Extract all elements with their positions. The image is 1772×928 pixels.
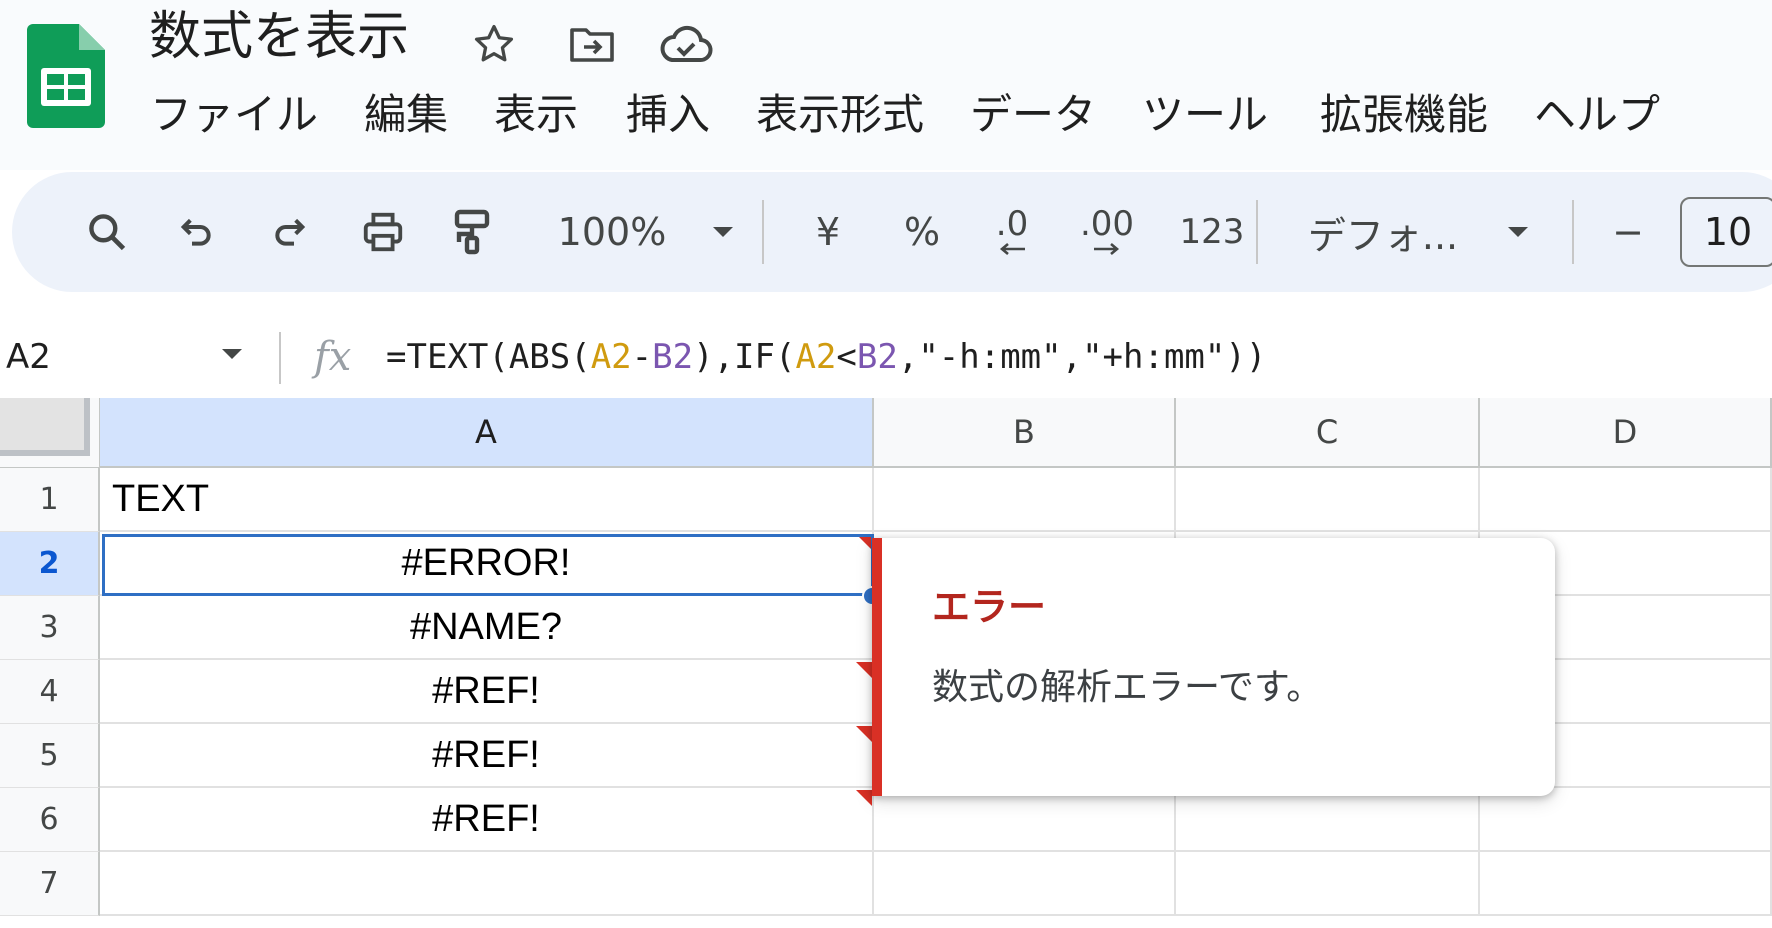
cell-a5[interactable]: #REF! [100, 724, 874, 788]
menu-help[interactable]: ヘルプ [1534, 82, 1660, 148]
formula-text: - [631, 337, 653, 377]
menu-extensions[interactable]: 拡張機能 [1320, 82, 1488, 148]
select-all-corner[interactable] [0, 398, 100, 468]
zoom-dropdown-icon[interactable] [698, 172, 748, 292]
menu-data[interactable]: データ [970, 82, 1096, 148]
increase-decimal-button[interactable]: .00 [1062, 172, 1152, 292]
arrow-left-icon [999, 243, 1025, 255]
formula-bar: A2 fx =TEXT(ABS(A2-B2),IF(A2<B2,"-h:mm",… [0, 318, 1772, 396]
row-header-1[interactable]: 1 [0, 468, 100, 532]
formula-text: ),IF( [693, 337, 796, 377]
print-icon[interactable] [340, 172, 426, 292]
menu-view[interactable]: 表示 [494, 82, 578, 148]
undo-icon[interactable] [156, 172, 238, 292]
cloud-saved-icon[interactable] [658, 18, 714, 70]
cell-c7[interactable] [1176, 852, 1480, 916]
cell-d1[interactable] [1480, 468, 1772, 532]
row-header-5[interactable]: 5 [0, 724, 100, 788]
decrease-decimal-label: .0 [995, 204, 1029, 244]
error-tooltip-message: 数式の解析エラーです。 [932, 667, 1323, 708]
menu-tools[interactable]: ツール [1142, 82, 1268, 148]
row-header-4[interactable]: 4 [0, 660, 100, 724]
column-header-c[interactable]: C [1176, 398, 1480, 468]
error-indicator-icon[interactable] [856, 726, 872, 742]
error-indicator-icon[interactable] [856, 790, 872, 806]
cell-b6[interactable] [874, 788, 1176, 852]
formula-ref-a2: A2 [795, 337, 837, 377]
cell-c6[interactable] [1176, 788, 1480, 852]
more-formats-button[interactable]: 123 [1162, 172, 1262, 292]
toolbar-divider [1256, 200, 1258, 264]
format-currency-button[interactable]: ¥ [788, 172, 868, 292]
move-to-folder-icon[interactable] [564, 18, 620, 70]
error-tooltip: エラー 数式の解析エラーです。 [872, 538, 1555, 796]
cell-a7[interactable] [100, 852, 874, 916]
formula-input[interactable]: =TEXT(ABS(A2-B2),IF(A2<B2,"-h:mm","+h:mm… [386, 318, 1266, 396]
formula-ref-b2: B2 [856, 337, 898, 377]
row-header-7[interactable]: 7 [0, 852, 100, 916]
formula-text: < [836, 337, 857, 377]
menu-edit[interactable]: 編集 [364, 82, 448, 148]
row-header-3[interactable]: 3 [0, 596, 100, 660]
cell-d6[interactable] [1480, 788, 1772, 852]
menu-file[interactable]: ファイル [150, 82, 318, 148]
font-dropdown-icon[interactable] [1490, 172, 1546, 292]
cell-b7[interactable] [874, 852, 1176, 916]
row-header-2[interactable]: 2 [0, 532, 100, 596]
error-indicator-icon[interactable] [856, 662, 872, 678]
toolbar: 100% ¥ % .0 .00 123 デフォ... − 10 [12, 172, 1772, 292]
select-all-corner-shape [0, 398, 90, 456]
decrease-decimal-button[interactable]: .0 [972, 172, 1052, 292]
format-percent-button[interactable]: % [882, 172, 962, 292]
active-cell-selection [102, 534, 874, 596]
redo-icon[interactable] [248, 172, 330, 292]
cell-b1[interactable] [874, 468, 1176, 532]
cell-a6[interactable]: #REF! [100, 788, 874, 852]
menu-format[interactable]: 表示形式 [756, 82, 924, 148]
row-header-6[interactable]: 6 [0, 788, 100, 852]
document-title[interactable]: 数式を表示 [149, 4, 409, 70]
formula-ref-b2: B2 [652, 337, 694, 377]
search-icon[interactable] [64, 172, 150, 292]
toolbar-divider [762, 200, 764, 264]
app-header: 数式を表示 ファイル 編集 表示 挿入 表示形式 データ ツール 拡張機能 ヘル… [0, 0, 1772, 170]
zoom-select[interactable]: 100% [542, 172, 682, 292]
cell-a4[interactable]: #REF! [100, 660, 874, 724]
menu-insert[interactable]: 挿入 [626, 82, 710, 148]
cell-d7[interactable] [1480, 852, 1772, 916]
arrow-right-icon [1094, 243, 1120, 255]
formula-bar-divider [279, 332, 281, 384]
star-icon[interactable] [466, 18, 522, 70]
name-box[interactable]: A2 [6, 318, 51, 396]
name-box-dropdown-icon[interactable] [220, 346, 244, 365]
font-size-input[interactable]: 10 [1680, 197, 1772, 267]
menu-bar: ファイル 編集 表示 挿入 表示形式 データ ツール 拡張機能 ヘルプ [0, 82, 1772, 148]
column-header-d[interactable]: D [1480, 398, 1772, 468]
column-header-a[interactable]: A [100, 398, 874, 468]
font-family-select[interactable]: デフォ... [1288, 172, 1478, 292]
cell-a1[interactable]: TEXT [100, 468, 874, 532]
paint-format-icon[interactable] [430, 172, 516, 292]
error-tooltip-title: エラー [932, 585, 1047, 629]
increase-decimal-label: .00 [1079, 204, 1135, 244]
formula-ref-a2: A2 [590, 337, 632, 377]
formula-text: =TEXT(ABS( [386, 337, 591, 377]
toolbar-divider [1572, 200, 1574, 264]
formula-text: ,"-h:mm","+h:mm")) [897, 337, 1267, 377]
font-size-decrease-button[interactable]: − [1596, 172, 1660, 292]
cell-c1[interactable] [1176, 468, 1480, 532]
column-header-b[interactable]: B [874, 398, 1176, 468]
cell-a3[interactable]: #NAME? [100, 596, 874, 660]
function-icon: fx [314, 334, 352, 380]
